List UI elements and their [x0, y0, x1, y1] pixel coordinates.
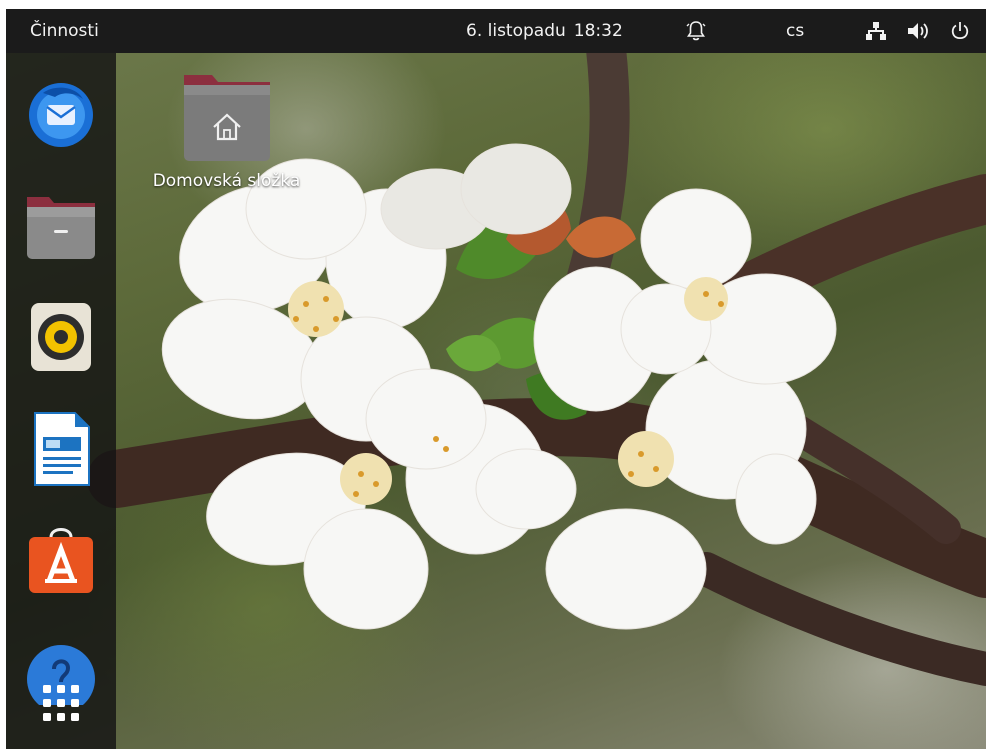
dock-item-rhythmbox[interactable]	[23, 299, 99, 375]
home-folder-icon[interactable]	[176, 69, 276, 169]
home-folder-label: Domovská složka	[152, 171, 301, 191]
dock-item-thunderbird[interactable]	[23, 75, 99, 151]
network-icon[interactable]	[864, 21, 888, 41]
branch	[689, 552, 986, 686]
time-text: 18:32	[573, 21, 623, 41]
bell-icon[interactable]	[686, 20, 706, 42]
wallpaper	[87, 29, 986, 686]
keyboard-language-indicator[interactable]: cs	[786, 9, 804, 53]
rhythmbox-speaker-icon	[31, 303, 91, 371]
dock	[6, 53, 116, 749]
dock-item-show-applications[interactable]	[23, 665, 99, 741]
date-time-button[interactable]: 6. listopadu 18:32	[466, 9, 623, 53]
libreoffice-writer-icon	[34, 412, 90, 486]
desktop-screen: Činnosti 6. listopadu 18:32 cs Domovská …	[6, 9, 986, 749]
top-bar: Činnosti 6. listopadu 18:32 cs	[6, 9, 986, 53]
blossom	[620, 188, 837, 385]
speaker-icon[interactable]	[906, 21, 932, 41]
dock-item-writer[interactable]	[23, 411, 99, 487]
dock-item-files[interactable]	[23, 187, 99, 263]
app-grid-icon	[43, 685, 79, 721]
power-icon[interactable]	[950, 21, 970, 41]
thunderbird-mail-icon	[29, 83, 93, 147]
dock-item-software[interactable]	[23, 523, 99, 599]
files-folder-icon	[27, 197, 95, 259]
activities-button[interactable]: Činnosti	[30, 9, 99, 53]
date-text: 6. listopadu	[466, 21, 566, 41]
software-store-icon	[29, 528, 93, 593]
